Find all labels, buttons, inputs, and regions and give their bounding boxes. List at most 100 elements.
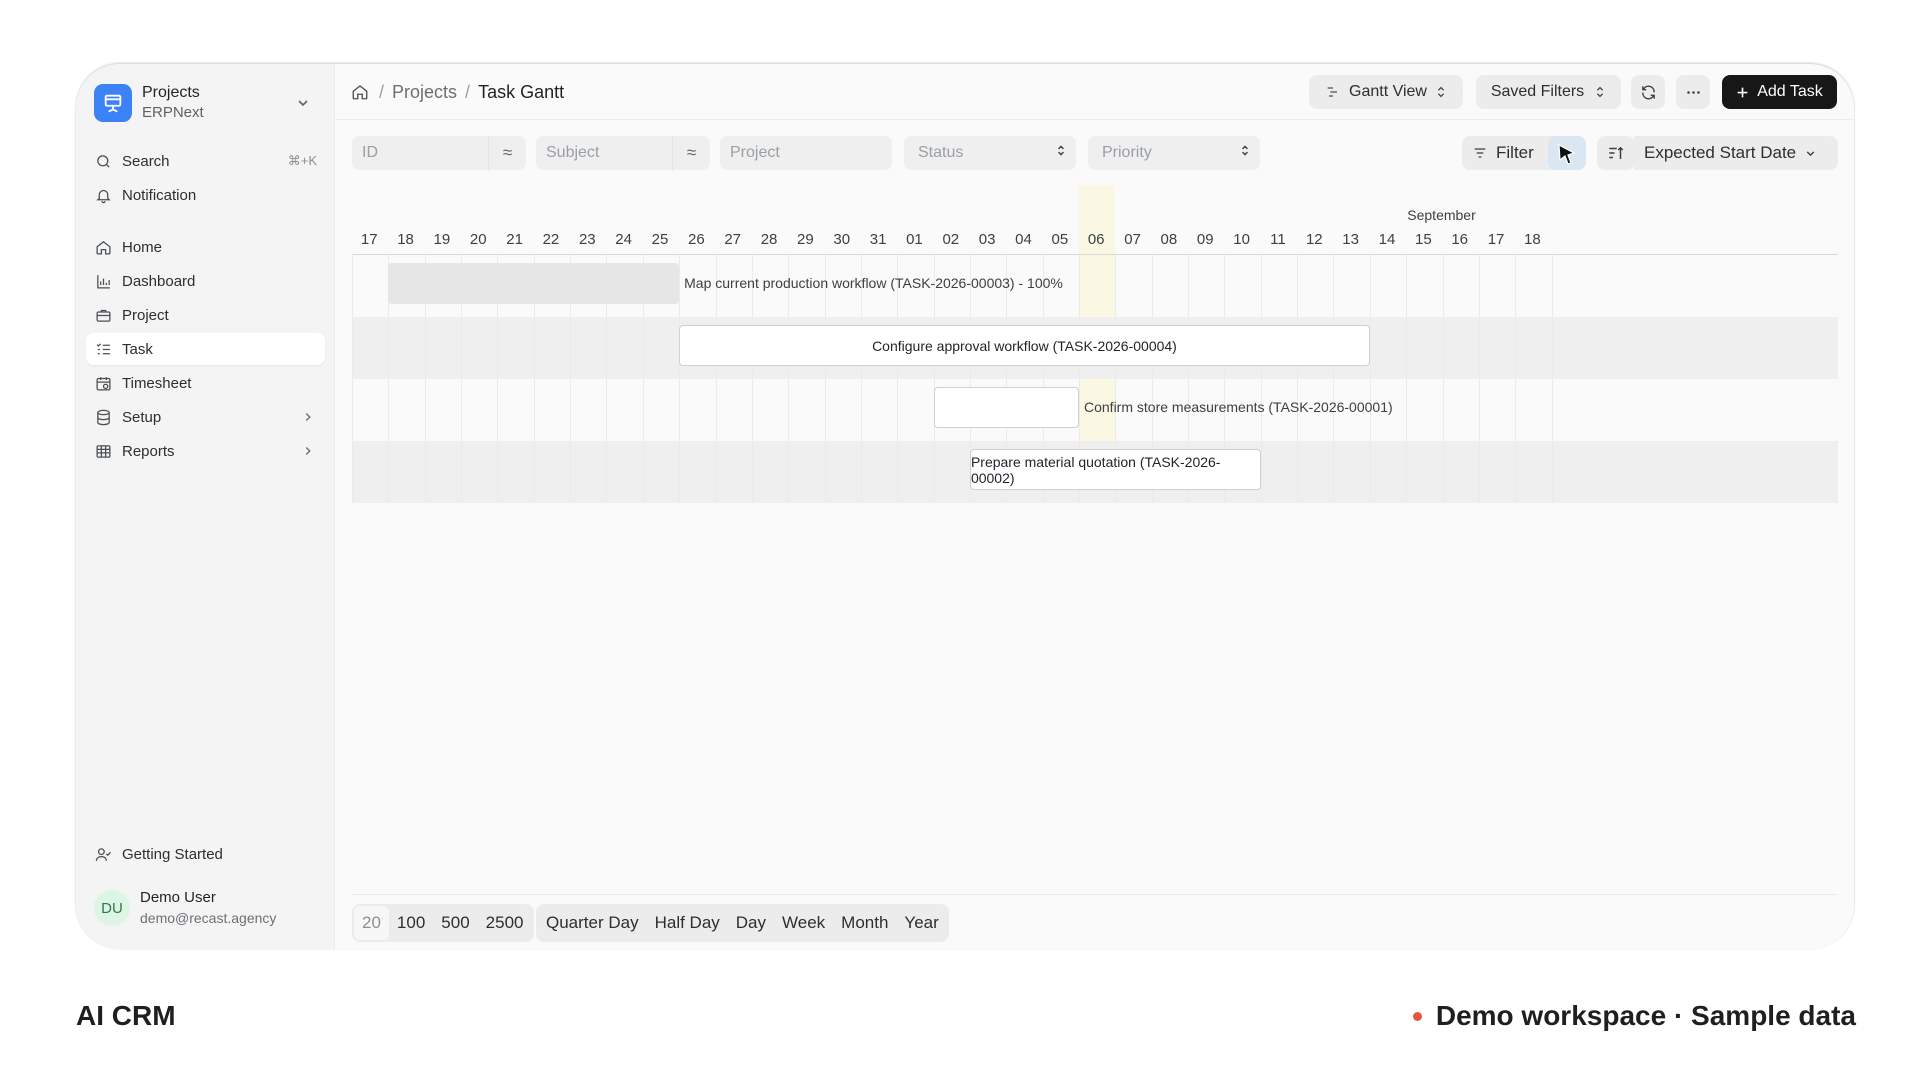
- view-mode-option[interactable]: Day: [728, 904, 774, 942]
- priority-filter-select[interactable]: Priority: [1088, 136, 1260, 170]
- sidebar-item-setup[interactable]: Setup: [86, 401, 325, 433]
- gantt-gridline: [751, 255, 753, 502]
- bar-chart-icon: [94, 272, 112, 290]
- gantt-gridline: [933, 255, 935, 502]
- sidebar-search[interactable]: Search ⌘+K: [86, 145, 325, 177]
- gantt-task-bar[interactable]: [933, 387, 1079, 428]
- gantt-gridline: [352, 255, 353, 502]
- gantt-gridline: [1515, 255, 1517, 502]
- id-filter-operator[interactable]: ≈: [488, 136, 526, 170]
- gantt-task-bar[interactable]: Configure approval workflow (TASK-2026-0…: [679, 325, 1370, 366]
- refresh-icon: [1640, 84, 1657, 101]
- projects-logo-icon: [94, 84, 132, 122]
- view-mode-option[interactable]: Month: [833, 904, 896, 942]
- workspace-switcher[interactable]: Projects ERPNext: [94, 80, 317, 126]
- plus-icon: [1736, 86, 1749, 99]
- app-window: Projects ERPNext Search ⌘+K Notification…: [76, 64, 1854, 949]
- breadcrumb-projects[interactable]: Projects: [392, 82, 457, 103]
- gantt-gridline: [1442, 255, 1444, 502]
- chevron-up-down-icon: [1594, 85, 1606, 99]
- sidebar: Projects ERPNext Search ⌘+K Notification…: [76, 64, 335, 949]
- sidebar-item-label: Project: [122, 306, 169, 324]
- gantt-gridline: [1551, 255, 1553, 502]
- saved-filters-button[interactable]: Saved Filters: [1476, 75, 1621, 109]
- view-mode-option[interactable]: Year: [896, 904, 946, 942]
- sidebar-item-label: Reports: [122, 442, 175, 460]
- topbar: / Projects / Task Gantt Gantt View Saved…: [335, 64, 1854, 120]
- sidebar-item-reports[interactable]: Reports: [86, 435, 325, 467]
- more-options-button[interactable]: [1676, 75, 1710, 109]
- gantt-month-label: September: [1407, 207, 1476, 223]
- sidebar-item-project[interactable]: Project: [86, 299, 325, 331]
- sort-field-label: Expected Start Date: [1644, 143, 1797, 162]
- demo-notice: Demo workspace · Sample data: [1412, 1000, 1856, 1032]
- subject-filter-input[interactable]: Subject: [536, 136, 672, 170]
- gantt-task-label: Map current production workflow (TASK-20…: [684, 275, 1063, 291]
- gantt-task-bar[interactable]: Prepare material quotation (TASK-2026-00…: [969, 449, 1261, 490]
- table-icon: [94, 442, 112, 460]
- sidebar-item-home[interactable]: Home: [86, 231, 325, 263]
- chevron-up-down-icon: [1435, 85, 1447, 99]
- gantt-gridline: [1260, 255, 1262, 502]
- filter-label: Filter: [1496, 143, 1534, 162]
- page-size-option[interactable]: 2500: [478, 904, 532, 942]
- sidebar-search-label: Search: [122, 152, 170, 170]
- subject-filter-operator[interactable]: ≈: [672, 136, 710, 170]
- mouse-cursor-icon: [1558, 143, 1576, 165]
- sort-field-select[interactable]: Expected Start Date: [1634, 136, 1838, 170]
- view-mode-option[interactable]: Half Day: [647, 904, 728, 942]
- view-mode-option[interactable]: Week: [774, 904, 833, 942]
- add-task-button[interactable]: Add Task: [1722, 75, 1837, 109]
- view-mode-option[interactable]: Quarter Day: [538, 904, 647, 942]
- chevron-down-icon: [298, 100, 308, 107]
- sidebar-item-label: Timesheet: [122, 374, 192, 392]
- gantt-gridline: [679, 255, 681, 502]
- gantt-gridline: [897, 255, 899, 502]
- user-email: demo@recast.agency: [140, 910, 277, 926]
- view-mode-selector: Quarter Day Half Day Day Week Month Year: [536, 904, 949, 942]
- gantt-day-label: 18: [1524, 231, 1541, 248]
- sidebar-notification[interactable]: Notification: [86, 179, 325, 211]
- gantt-task-label: Confirm store measurements (TASK-2026-00…: [1084, 399, 1393, 415]
- search-shortcut: ⌘+K: [287, 153, 317, 168]
- user-menu[interactable]: DU Demo User demo@recast.agency: [94, 886, 317, 930]
- gantt-body: Map current production workflow (TASK-20…: [352, 255, 1838, 503]
- sort-direction-button[interactable]: [1597, 136, 1635, 170]
- chevron-up-down-icon: [1056, 144, 1066, 162]
- workspace-title: Projects: [142, 84, 200, 101]
- filter-icon: [1472, 145, 1488, 161]
- status-filter-select[interactable]: Status: [904, 136, 1076, 170]
- page-size-option[interactable]: 20: [354, 906, 389, 940]
- workspace-subtitle: ERPNext: [142, 104, 204, 121]
- sidebar-item-dashboard[interactable]: Dashboard: [86, 265, 325, 297]
- sidebar-item-timesheet[interactable]: Timesheet: [86, 367, 325, 399]
- gantt-task-bar[interactable]: [388, 263, 680, 304]
- avatar: DU: [94, 890, 130, 926]
- page-size-option[interactable]: 500: [433, 904, 477, 942]
- user-name: Demo User: [140, 889, 216, 906]
- id-filter-input[interactable]: ID: [352, 136, 488, 170]
- briefcase-icon: [94, 306, 112, 324]
- refresh-button[interactable]: [1631, 75, 1665, 109]
- sidebar-item-task[interactable]: Task: [86, 333, 325, 365]
- gantt-gridline: [860, 255, 862, 502]
- project-filter-input[interactable]: Project: [720, 136, 892, 170]
- gantt-gridline: [788, 255, 790, 502]
- sidebar-notification-label: Notification: [122, 186, 197, 204]
- search-icon: [94, 152, 112, 170]
- home-icon[interactable]: [351, 82, 371, 102]
- sort-ascending-icon: [1607, 144, 1625, 162]
- gantt-gridline: [1406, 255, 1408, 502]
- gantt-gridline: [824, 255, 826, 502]
- bell-icon: [94, 186, 112, 204]
- sidebar-getting-started[interactable]: Getting Started: [86, 838, 325, 870]
- gantt-gridline: [1333, 255, 1335, 502]
- breadcrumb: / Projects / Task Gantt: [351, 78, 564, 106]
- chevron-down-icon: [1804, 147, 1817, 160]
- gantt-chart: September 17 18 19 20 21 22 23 24 25 26 27 28 29 30 31…: [352, 185, 1838, 503]
- page-size-option[interactable]: 100: [389, 904, 433, 942]
- view-switcher-label: Gantt View: [1349, 83, 1427, 100]
- view-switcher-button[interactable]: Gantt View: [1309, 75, 1463, 109]
- home-icon: [94, 238, 112, 256]
- sidebar-item-label: Task: [122, 340, 153, 358]
